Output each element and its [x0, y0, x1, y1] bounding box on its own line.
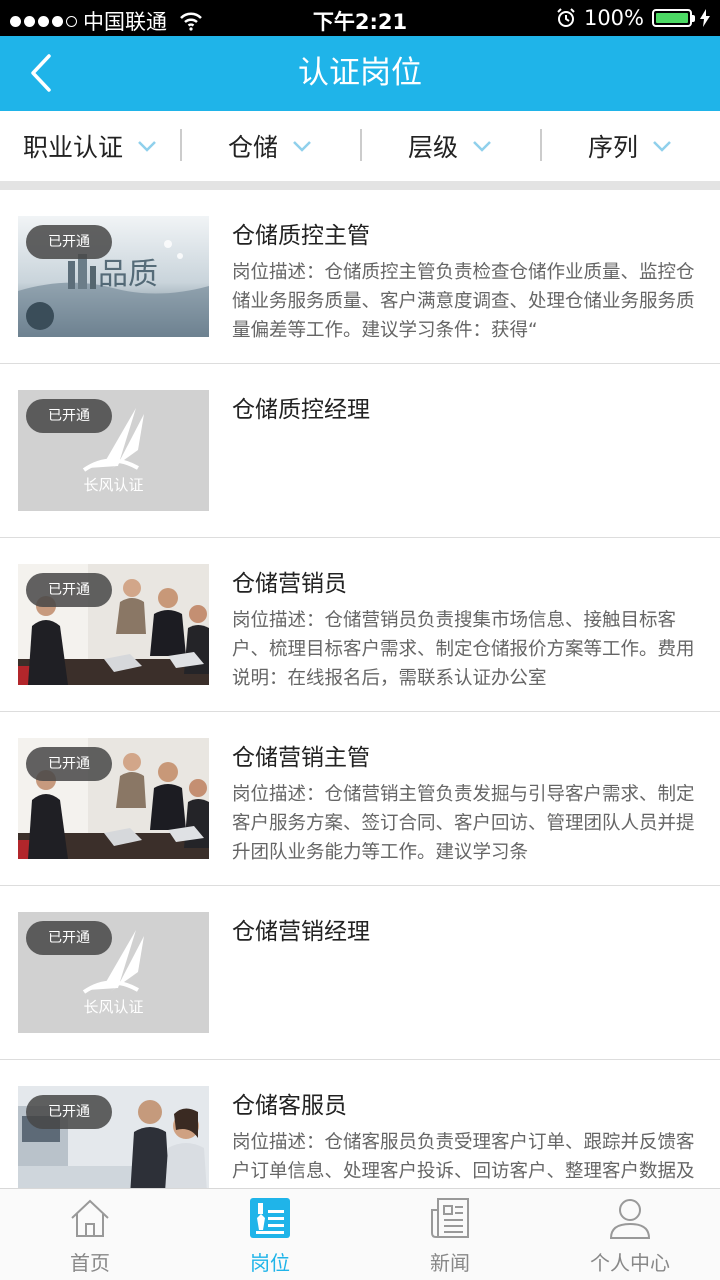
filter-sequence[interactable]: 序列 [540, 111, 720, 181]
thumbnail-image: 已开通 [18, 738, 209, 859]
item-title: 仓储营销经理 [232, 919, 370, 945]
item-description: 岗位描述：仓储客服员负责受理客户订单、跟踪并反馈客户订单信息、处理客户投诉、回访… [232, 1132, 695, 1182]
item-description: 岗位描述：仓储营销主管负责发掘与引导客户需求、制定客户服务方案、签订合同、客户回… [232, 784, 695, 863]
tab-label: 岗位 [250, 1251, 290, 1275]
item-title: 仓储质控主管 [232, 223, 370, 249]
tab-news[interactable]: 新闻 [360, 1189, 540, 1280]
item-title: 仓储客服员 [232, 1093, 347, 1119]
thumbnail-image: 长风认证 已开通 [18, 390, 209, 511]
news-icon [427, 1195, 473, 1241]
item-title: 仓储营销主管 [232, 745, 370, 771]
tab-label: 个人中心 [590, 1251, 670, 1275]
list-item[interactable]: 长风认证 已开通 仓储质控经理 [0, 364, 720, 538]
filter-label: 层级 [407, 133, 458, 162]
item-title: 仓储营销员 [232, 571, 347, 597]
status-badge: 已开通 [26, 399, 112, 433]
item-description [232, 954, 697, 1041]
filter-label: 职业认证 [22, 133, 123, 162]
battery-icon [652, 9, 695, 27]
user-icon [607, 1195, 653, 1241]
list-item[interactable]: 已开通 仓储营销主管 岗位描述：仓储营销主管负责发掘与引导客户需求、制定客户服务… [0, 712, 720, 886]
logo-text: 长风认证 [83, 998, 144, 1016]
filter-certification[interactable]: 职业认证 [0, 111, 180, 181]
position-list[interactable]: 品质 已开通 仓储质控主管 岗位描述：仓储质控主管负责检查仓储作业质量、监控仓储… [0, 190, 720, 1188]
filter-label: 序列 [587, 133, 638, 162]
list-item[interactable]: 长风认证 已开通 仓储营销经理 [0, 886, 720, 1060]
chevron-down-icon [138, 141, 156, 152]
position-icon [247, 1195, 293, 1241]
filter-label: 仓储 [227, 133, 278, 162]
tab-bar: 首页 岗位 新闻 个人中心 [0, 1188, 720, 1280]
item-description: 岗位描述：仓储营销员负责搜集市场信息、接触目标客户、梳理目标客户需求、制定仓储报… [232, 610, 695, 689]
page-title: 认证岗位 [298, 55, 422, 91]
tab-label: 首页 [70, 1251, 110, 1275]
thumbnail-image: 已开通 [18, 564, 209, 685]
list-item[interactable]: 品质 已开通 仓储质控主管 岗位描述：仓储质控主管负责检查仓储作业质量、监控仓储… [0, 190, 720, 364]
item-description: 岗位描述：仓储质控主管负责检查仓储作业质量、监控仓储业务服务质量、客户满意度调查… [232, 262, 695, 341]
list-item[interactable]: 已开通 仓储客服员 岗位描述：仓储客服员负责受理客户订单、跟踪并反馈客户订单信息… [0, 1060, 720, 1188]
chevron-down-icon [653, 141, 671, 152]
list-item[interactable]: 已开通 仓储营销员 岗位描述：仓储营销员负责搜集市场信息、接触目标客户、梳理目标… [0, 538, 720, 712]
status-badge: 已开通 [26, 921, 112, 955]
thumbnail-image: 品质 已开通 [18, 216, 209, 337]
logo-text: 长风认证 [83, 476, 144, 494]
alarm-icon [557, 8, 575, 27]
status-bar: 中国联通 下午2:21 100% [0, 0, 720, 36]
chevron-down-icon [473, 141, 491, 152]
battery-percent: 100% [583, 6, 644, 30]
divider [0, 181, 720, 190]
tab-profile[interactable]: 个人中心 [540, 1189, 720, 1280]
svg-text:品质: 品质 [98, 257, 158, 292]
chevron-down-icon [293, 141, 311, 152]
tab-positions[interactable]: 岗位 [180, 1189, 360, 1280]
home-icon [67, 1195, 113, 1241]
thumbnail-image: 已开通 [18, 1086, 209, 1188]
status-badge: 已开通 [26, 573, 112, 607]
tab-label: 新闻 [430, 1251, 470, 1275]
status-badge: 已开通 [26, 1095, 112, 1129]
status-badge: 已开通 [26, 747, 112, 781]
item-description [232, 432, 697, 519]
nav-bar: 认证岗位 [0, 36, 720, 111]
filter-level[interactable]: 层级 [360, 111, 540, 181]
tab-home[interactable]: 首页 [0, 1189, 180, 1280]
item-title: 仓储质控经理 [232, 397, 370, 423]
filter-bar: 职业认证 仓储 层级 序列 [0, 111, 720, 181]
thumbnail-image: 长风认证 已开通 [18, 912, 209, 1033]
charging-icon [700, 9, 710, 27]
status-right: 100% [556, 6, 710, 30]
status-badge: 已开通 [26, 225, 112, 259]
filter-category[interactable]: 仓储 [180, 111, 360, 181]
